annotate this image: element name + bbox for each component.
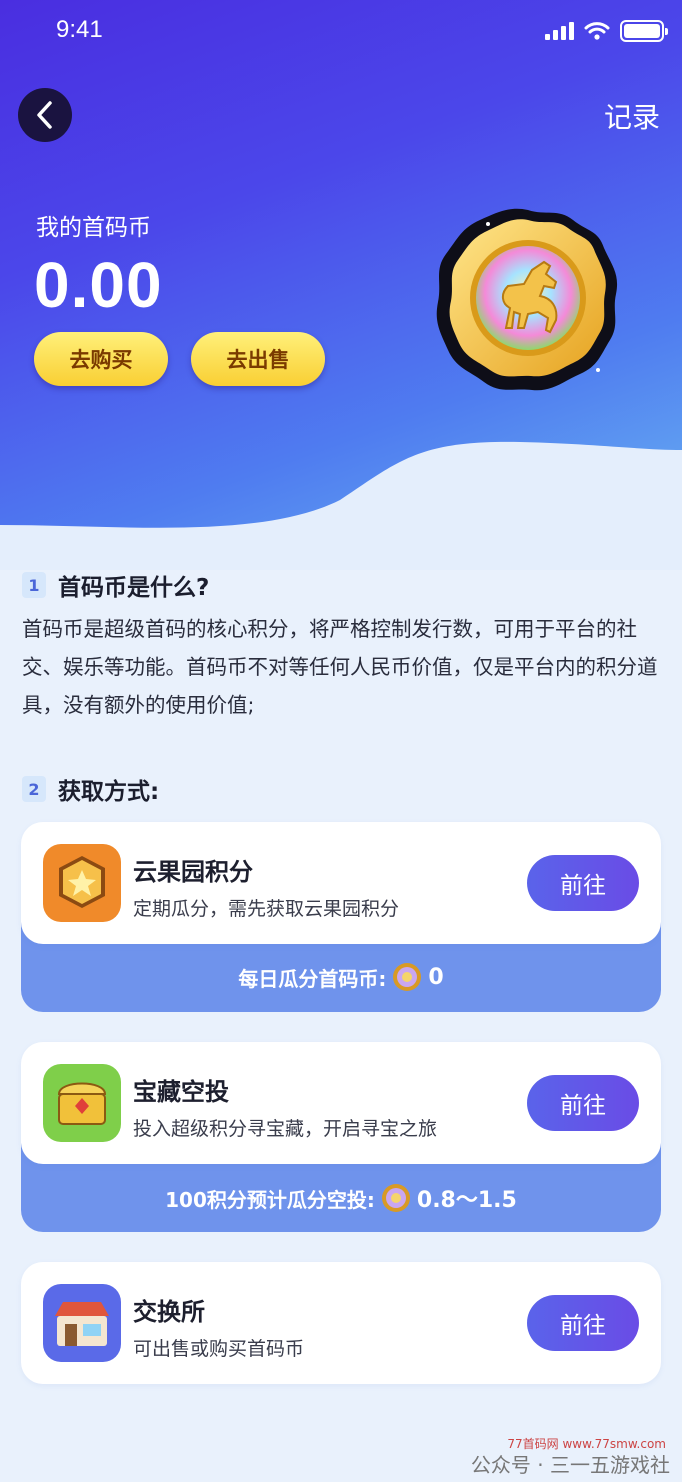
- status-time: 9:41: [56, 16, 103, 43]
- card-main: 宝藏空投 投入超级积分寻宝藏，开启寻宝之旅 前往: [21, 1042, 661, 1164]
- coin-icon: [381, 1184, 410, 1212]
- card-title: 云果园积分: [133, 858, 253, 886]
- card-main: 云果园积分 定期瓜分，需先获取云果园积分 前往: [21, 822, 661, 944]
- card-title: 交换所: [133, 1298, 205, 1326]
- treasure-chest-icon: [43, 1064, 121, 1142]
- section-number-badge: 1: [22, 572, 46, 598]
- coin-description: 首码币是超级首码的核心积分，将严格控制发行数，可用于平台的社交、娱乐等功能。首码…: [22, 617, 658, 717]
- card-orchard: 云果园积分 定期瓜分，需先获取云果园积分 前往 每日瓜分首码币: 0: [21, 822, 661, 1012]
- horse-coin-icon: [436, 208, 618, 391]
- go-button-exchange[interactable]: 前往: [527, 1295, 639, 1351]
- card-subtitle: 可出售或购买首码币: [133, 1338, 305, 1360]
- card-main: 交换所 可出售或购买首码币 前往: [21, 1262, 661, 1384]
- section-title-text: 获取方式:: [58, 779, 160, 805]
- chevron-left-icon: [37, 101, 52, 129]
- hero-wave: [0, 441, 682, 570]
- sell-button[interactable]: 去出售: [191, 332, 325, 386]
- orchard-points-icon: [43, 844, 121, 922]
- status-bar: 9:41: [0, 0, 682, 64]
- status-icons: [545, 20, 668, 42]
- strip-value: 0: [428, 964, 444, 990]
- exchange-shop-icon: [43, 1284, 121, 1362]
- card-treasure: 宝藏空投 投入超级积分寻宝藏，开启寻宝之旅 前往 100积分预计瓜分空投: 0.…: [21, 1042, 661, 1232]
- card-exchange: 交换所 可出售或购买首码币 前往: [21, 1262, 661, 1384]
- card-subtitle: 定期瓜分，需先获取云果园积分: [133, 898, 400, 920]
- card-strip-info: 每日瓜分首码币: 0: [21, 962, 661, 992]
- back-button[interactable]: [18, 88, 72, 142]
- go-button-orchard[interactable]: 前往: [527, 855, 639, 911]
- card-title: 宝藏空投: [133, 1078, 229, 1106]
- card-strip-info: 100积分预计瓜分空投: 0.8～1.5: [21, 1182, 661, 1214]
- section-how-title: 2 获取方式:: [22, 772, 159, 806]
- section-title-text: 首码币是什么?: [58, 575, 210, 601]
- wifi-icon: [584, 22, 610, 40]
- section-number-badge: 2: [22, 776, 46, 802]
- card-subtitle: 投入超级积分寻宝藏，开启寻宝之旅: [133, 1118, 438, 1140]
- coin-icon: [393, 963, 422, 991]
- go-button-treasure[interactable]: 前往: [527, 1075, 639, 1131]
- buy-button[interactable]: 去购买: [34, 332, 168, 386]
- signal-icon: [545, 22, 574, 40]
- strip-label: 100积分预计瓜分空投:: [165, 1187, 375, 1212]
- battery-icon: [620, 20, 668, 42]
- balance-value: 0.00: [34, 249, 163, 321]
- strip-label: 每日瓜分首码币:: [238, 966, 387, 991]
- strip-value: 0.8～1.5: [416, 1188, 517, 1213]
- section-what-title: 1 首码币是什么?: [22, 568, 209, 602]
- record-link[interactable]: 记录: [604, 96, 660, 136]
- balance-label: 我的首码币: [36, 215, 151, 241]
- watermark-text: 公众号 · 三一五游戏社: [470, 1453, 670, 1477]
